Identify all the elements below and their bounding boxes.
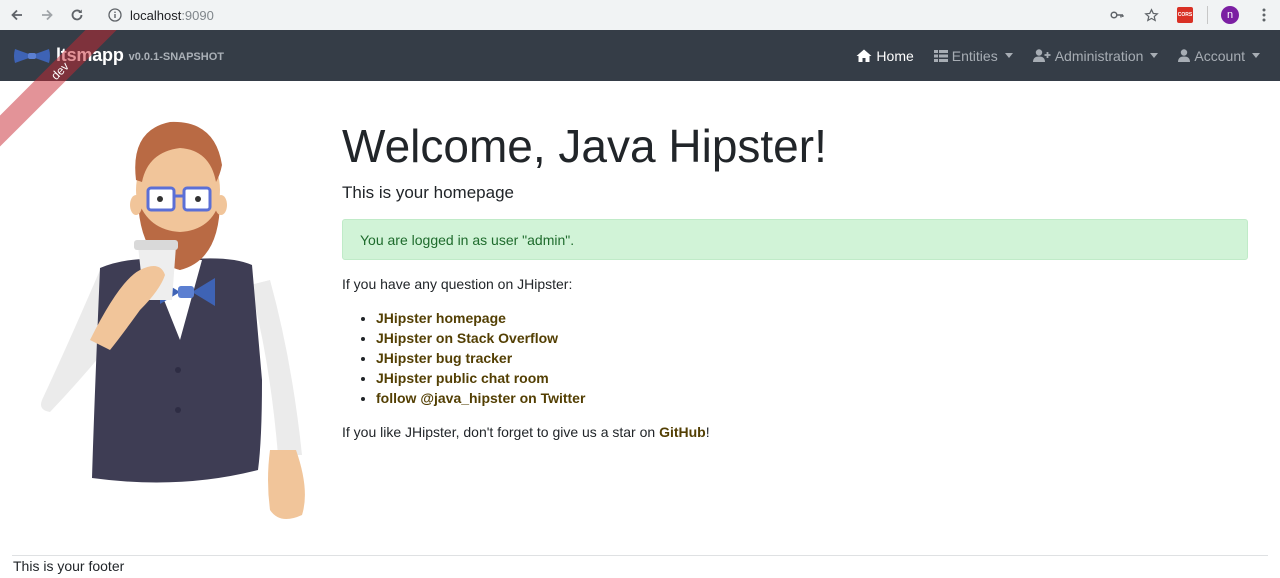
info-icon[interactable]: [108, 8, 122, 22]
nav-account-label: Account: [1194, 47, 1245, 64]
url-port: :9090: [181, 7, 214, 23]
browser-toolbar: localhost:9090 CORS n: [0, 0, 1280, 30]
nav-account[interactable]: Account: [1178, 48, 1260, 64]
link-bug-tracker[interactable]: JHipster bug tracker: [376, 350, 512, 366]
nav-entities-label: Entities: [951, 47, 998, 64]
app-navbar: ltsmapp v0.0.1-SNAPSHOT Home Entities Ad…: [0, 30, 1280, 81]
nav-administration-label: Administration: [1054, 47, 1144, 64]
chevron-down-icon: [1004, 53, 1013, 58]
question-text: If you have any question on JHipster:: [342, 276, 573, 292]
url-host: localhost: [130, 7, 182, 23]
help-links-list: JHipster homepage JHipster on Stack Over…: [342, 308, 1248, 408]
bookmark-star-icon[interactable]: [1139, 3, 1163, 27]
main-content: Welcome, Java Hipster! This is your home…: [342, 118, 1248, 440]
link-stack-overflow[interactable]: JHipster on Stack Overflow: [376, 330, 558, 346]
page-footer: This is your footer: [13, 558, 125, 574]
jhipster-mascot-image: [41, 121, 305, 519]
browser-menu-icon[interactable]: [1252, 3, 1276, 27]
github-star-suffix: !: [705, 424, 710, 440]
cors-extension-icon[interactable]: CORS: [1173, 3, 1197, 27]
nav-entities[interactable]: Entities: [933, 47, 1013, 64]
user-plus-icon: [1032, 49, 1051, 62]
github-star-prefix: If you like JHipster, don't forget to gi…: [342, 424, 660, 440]
link-twitter[interactable]: follow @java_hipster on Twitter: [376, 390, 585, 406]
page-title: Welcome, Java Hipster!: [342, 120, 827, 172]
footer-divider: [12, 555, 1268, 556]
brand-name: ltsmapp: [56, 45, 124, 65]
toolbar-divider: [1207, 6, 1208, 24]
login-status-alert: You are logged in as user "admin".: [342, 219, 1248, 260]
link-jhipster-homepage[interactable]: JHipster homepage: [376, 310, 506, 326]
list-item: JHipster on Stack Overflow: [376, 328, 1248, 348]
brand-link[interactable]: ltsmapp v0.0.1-SNAPSHOT: [13, 30, 224, 81]
reload-icon[interactable]: [64, 2, 90, 28]
login-status-text: You are logged in as user "admin".: [360, 231, 575, 248]
chevron-down-icon: [1252, 53, 1260, 58]
list-item: JHipster public chat room: [376, 368, 1248, 388]
link-github[interactable]: GitHub: [659, 424, 706, 440]
nav-home[interactable]: Home: [856, 47, 914, 64]
table-list-icon: [933, 49, 948, 62]
link-chat-room[interactable]: JHipster public chat room: [376, 370, 549, 386]
nav-home-label: Home: [876, 47, 914, 64]
back-icon[interactable]: [4, 2, 30, 28]
list-item: JHipster bug tracker: [376, 348, 1248, 368]
home-icon: [856, 49, 872, 62]
brand-version: v0.0.1-SNAPSHOT: [128, 51, 224, 63]
nav-administration[interactable]: Administration: [1032, 47, 1159, 64]
address-bar[interactable]: localhost:9090: [108, 8, 214, 23]
key-icon[interactable]: [1105, 3, 1129, 27]
github-star-text: If you like JHipster, don't forget to gi…: [342, 424, 1248, 440]
user-icon: [1178, 49, 1191, 62]
profile-avatar[interactable]: n: [1218, 3, 1242, 27]
chevron-down-icon: [1150, 53, 1159, 58]
list-item: follow @java_hipster on Twitter: [376, 388, 1248, 408]
page-subtitle: This is your homepage: [342, 183, 514, 202]
bowtie-logo-icon: [14, 48, 50, 63]
list-item: JHipster homepage: [376, 308, 1248, 328]
forward-icon[interactable]: [34, 2, 60, 28]
